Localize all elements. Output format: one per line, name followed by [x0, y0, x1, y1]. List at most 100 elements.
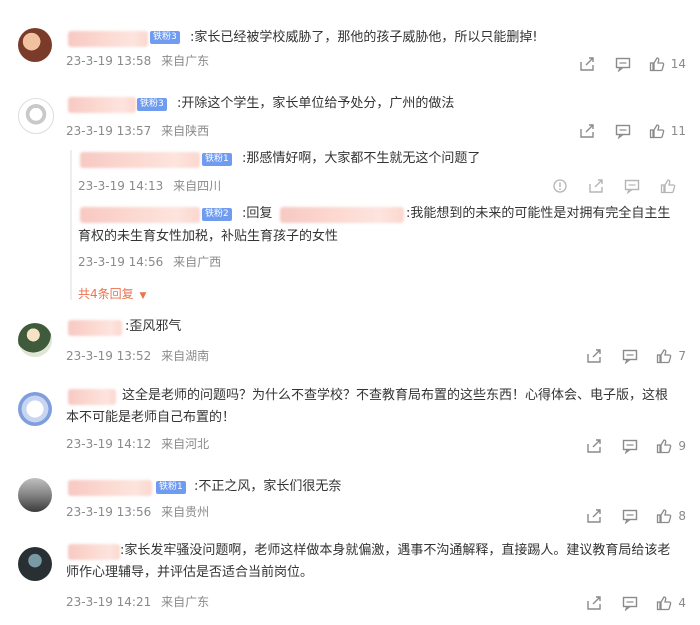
fan-badge: 铁粉1 [156, 481, 186, 494]
thumbs-up-icon [657, 439, 672, 454]
reply-time: 23-3-19 14:56 [78, 255, 164, 269]
avatar[interactable] [18, 547, 52, 581]
avatar[interactable] [18, 28, 52, 62]
comment-text: :歪风邪气 [125, 319, 182, 334]
avatar[interactable] [18, 323, 52, 357]
avatar[interactable] [18, 98, 54, 134]
share-icon[interactable] [569, 122, 605, 140]
comment-meta: 23-3-19 13:52 来自湖南 [66, 347, 209, 364]
comment-time: 23-3-19 14:12 [66, 437, 152, 451]
like-button[interactable]: 8 [656, 508, 686, 524]
thumbs-up-icon [657, 349, 672, 364]
comment-location: 来自贵州 [161, 505, 210, 519]
like-button[interactable]: 4 [656, 595, 686, 611]
comment-icon[interactable] [612, 594, 648, 612]
comment-time: 23-3-19 14:21 [66, 595, 152, 609]
comment-actions: 8 [576, 507, 686, 525]
avatar[interactable] [18, 478, 52, 512]
username-blurred[interactable] [68, 544, 120, 560]
comment-actions: 4 [576, 594, 686, 612]
thumbs-up-icon [649, 124, 665, 139]
comment-text: :家长已经被学校威胁了，那他的孩子威胁他，所以只能删掉! [190, 30, 538, 45]
comment-text-line2: 本不可能是老师自己布置的！ [66, 410, 236, 425]
thumbs-up-icon[interactable] [650, 177, 686, 195]
comment-location: 来自湖南 [161, 349, 210, 363]
comment-meta: 23-3-19 14:21 来自广东 [66, 593, 209, 610]
comment-text-line2: 师作心理辅导，并评估是否适合当前岗位。 [66, 565, 314, 580]
comment-time: 23-3-19 13:57 [66, 124, 152, 138]
comment-location: 来自广东 [161, 54, 210, 68]
like-count: 8 [678, 509, 686, 523]
comment-icon[interactable] [614, 177, 650, 195]
like-button[interactable]: 11 [649, 123, 686, 139]
comment-meta: 23-3-19 13:57 来自陕西 [66, 122, 209, 139]
more-replies-link[interactable]: 共4条回复 ▼ [78, 285, 146, 302]
share-icon[interactable] [576, 437, 612, 455]
report-icon[interactable] [542, 177, 578, 195]
comment-icon[interactable] [605, 122, 641, 140]
username-blurred[interactable] [68, 480, 152, 496]
fan-badge: 铁粉2 [202, 208, 232, 221]
share-icon[interactable] [569, 55, 605, 73]
fan-badge: 铁粉1 [202, 153, 232, 166]
reply-prefix: :回复 [242, 206, 273, 221]
fan-badge: 铁粉3 [137, 98, 167, 111]
like-button[interactable]: 14 [649, 56, 686, 72]
reply-location: 来自四川 [173, 179, 222, 193]
comment-text: :开除这个学生，家长单位给予处分，广州的做法 [177, 96, 455, 111]
fan-badge: 铁粉3 [150, 31, 180, 44]
like-count: 14 [670, 57, 686, 71]
comment-icon[interactable] [605, 55, 641, 73]
username-blurred[interactable] [80, 152, 200, 168]
comment-icon[interactable] [612, 507, 648, 525]
mentioned-user-blurred[interactable] [280, 207, 404, 223]
comment-location: 来自广东 [161, 595, 210, 609]
username-blurred[interactable] [68, 320, 122, 336]
comment-time: 23-3-19 13:52 [66, 349, 152, 363]
reply-actions [542, 177, 686, 195]
like-count: 7 [678, 349, 686, 363]
comment-icon[interactable] [612, 347, 648, 365]
more-replies-label: 共4条回复 [78, 287, 134, 301]
comment-meta: 23-3-19 13:56 来自贵州 [66, 503, 209, 520]
thumbs-up-icon [657, 596, 672, 611]
comment-time: 23-3-19 13:56 [66, 505, 152, 519]
username-blurred[interactable] [68, 97, 136, 113]
username-blurred[interactable] [68, 31, 148, 47]
share-icon[interactable] [576, 507, 612, 525]
reply-time: 23-3-19 14:13 [78, 179, 164, 193]
comment-text: :不正之风，家长们很无奈 [194, 479, 342, 494]
share-icon[interactable] [578, 177, 614, 195]
comment-text: 这全是老师的问题吗？为什么不查学校？不查教育局布置的这些东西！心得体会、电子版，… [122, 388, 669, 403]
avatar[interactable] [18, 392, 52, 426]
username-blurred[interactable] [80, 207, 200, 223]
like-count: 11 [670, 124, 686, 138]
comment-time: 23-3-19 13:58 [66, 54, 152, 68]
comment-actions: 7 [576, 347, 686, 365]
like-count: 4 [678, 596, 686, 610]
comment-location: 来自河北 [161, 437, 210, 451]
comment-location: 来自陕西 [161, 124, 210, 138]
comment-actions: 11 [569, 122, 686, 140]
thumbs-up-icon [657, 509, 672, 524]
comment-icon[interactable] [612, 437, 648, 455]
reply-text: :那感情好啊，大家都不生就无这个问题了 [242, 151, 481, 166]
thumbs-up-icon [649, 57, 665, 72]
reply-meta: 23-3-19 14:56 来自广西 [78, 253, 221, 270]
reply-meta: 23-3-19 14:13 来自四川 [78, 177, 221, 194]
like-count: 9 [678, 439, 686, 453]
comment-actions: 9 [576, 437, 686, 455]
chevron-down-icon: ▼ [139, 291, 147, 301]
like-button[interactable]: 9 [656, 438, 686, 454]
like-button[interactable]: 7 [656, 348, 686, 364]
username-blurred[interactable] [68, 389, 116, 405]
comment-meta: 23-3-19 14:12 来自河北 [66, 435, 209, 452]
reply-text-line2: 育权的未生育女性加税，补贴生育孩子的女性 [78, 229, 339, 244]
reply-location: 来自广西 [173, 255, 222, 269]
share-icon[interactable] [576, 594, 612, 612]
comment-text: :家长发牢骚没问题啊，老师这样做本身就偏激，遇事不沟通解释，直接踢人。建议教育局… [120, 543, 671, 558]
share-icon[interactable] [576, 347, 612, 365]
reply-divider [70, 150, 72, 300]
comment-actions: 14 [569, 55, 686, 73]
reply-text: :我能想到的未来的可能性是对拥有完全自主生 [406, 206, 671, 221]
